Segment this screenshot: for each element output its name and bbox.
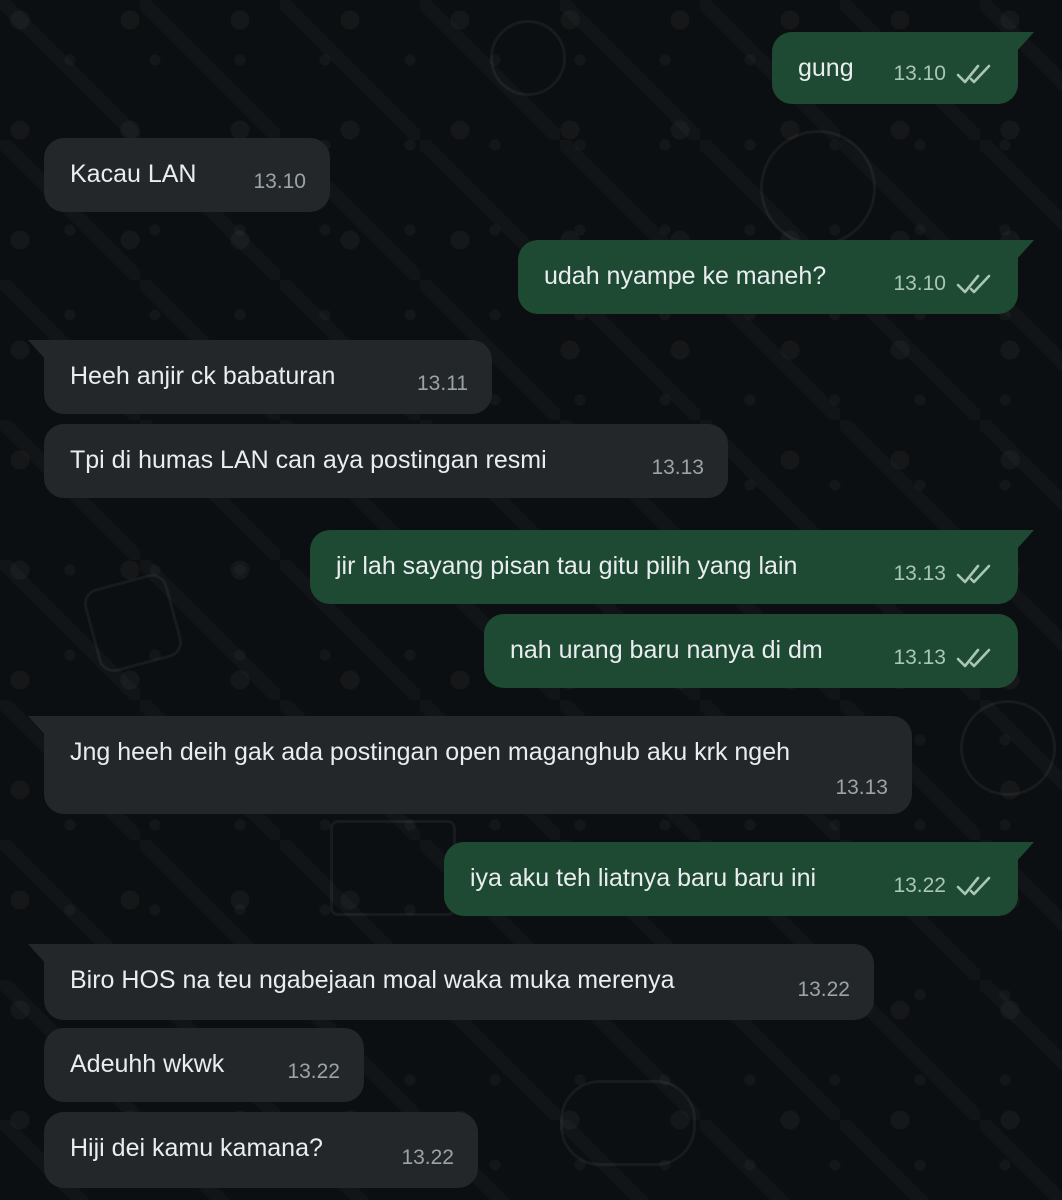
message-time: 13.22	[797, 978, 850, 1001]
outgoing-message[interactable]: udah nyampe ke maneh? 13.10	[518, 240, 1034, 314]
message-time: 13.13	[893, 562, 946, 585]
bubble-tail	[1016, 530, 1034, 550]
incoming-message[interactable]: Hiji dei kamu kamana? 13.22	[44, 1112, 478, 1188]
outgoing-message[interactable]: jir lah sayang pisan tau gitu pilih yang…	[310, 530, 1034, 604]
message-meta: 13.13	[893, 642, 994, 674]
bubble-tail	[28, 944, 46, 964]
read-double-check-icon	[956, 273, 994, 295]
message-meta: 13.22	[287, 1056, 340, 1088]
read-double-check-icon	[956, 875, 994, 897]
message-time: 13.10	[893, 62, 946, 85]
message-meta: 13.10	[893, 268, 994, 300]
message-time: 13.22	[401, 1146, 454, 1169]
message-meta: 13.11	[417, 368, 468, 400]
message-meta: 13.13	[893, 558, 994, 590]
bubble-tail	[1016, 32, 1034, 52]
incoming-message[interactable]: Jng heeh deih gak ada postingan open mag…	[28, 716, 912, 814]
message-text: gung	[798, 54, 854, 82]
read-double-check-icon	[956, 63, 994, 85]
read-double-check-icon	[956, 647, 994, 669]
message-text: nah urang baru nanya di dm	[510, 636, 823, 664]
outgoing-message[interactable]: gung 13.10	[772, 32, 1034, 104]
incoming-message[interactable]: Adeuhh wkwk 13.22	[44, 1028, 364, 1102]
message-meta: 13.10	[253, 166, 306, 198]
message-meta: 13.22	[401, 1142, 454, 1174]
message-meta: 13.13	[651, 452, 704, 484]
message-text: udah nyampe ke maneh?	[544, 262, 827, 290]
incoming-message[interactable]: Heeh anjir ck babaturan 13.11	[28, 340, 492, 414]
incoming-message[interactable]: Tpi di humas LAN can aya postingan resmi…	[44, 424, 728, 498]
message-time: 13.22	[893, 874, 946, 897]
message-text: jir lah sayang pisan tau gitu pilih yang…	[336, 552, 798, 580]
message-text: Hiji dei kamu kamana?	[70, 1134, 323, 1162]
outgoing-message[interactable]: iya aku teh liatnya baru baru ini 13.22	[444, 842, 1034, 916]
message-text: Kacau LAN	[70, 160, 197, 188]
outgoing-message[interactable]: nah urang baru nanya di dm 13.13	[484, 614, 1018, 688]
bubble-tail	[28, 340, 46, 360]
message-meta: 13.22	[797, 974, 850, 1006]
bubble-tail	[1016, 842, 1034, 862]
read-double-check-icon	[956, 563, 994, 585]
message-meta: 13.22	[893, 870, 994, 902]
message-meta: 13.13	[835, 772, 888, 804]
message-time: 13.13	[651, 456, 704, 479]
message-meta: 13.10	[893, 58, 994, 90]
message-text: iya aku teh liatnya baru baru ini	[470, 864, 817, 892]
message-time: 13.13	[835, 776, 888, 799]
message-list[interactable]: gung 13.10 Kacau LAN 13.10 udah nyampe k…	[0, 0, 1062, 1200]
incoming-message[interactable]: Kacau LAN 13.10	[44, 138, 330, 212]
message-text: Jng heeh deih gak ada postingan open mag…	[70, 738, 791, 766]
bubble-tail	[1016, 240, 1034, 260]
message-text: Adeuhh wkwk	[70, 1050, 225, 1078]
message-text: Biro HOS na teu ngabejaan moal waka muka…	[70, 966, 675, 994]
bubble-tail	[28, 716, 46, 736]
message-time: 13.10	[893, 272, 946, 295]
message-text: Tpi di humas LAN can aya postingan resmi	[70, 446, 547, 474]
message-time: 13.10	[253, 170, 306, 193]
incoming-message[interactable]: Biro HOS na teu ngabejaan moal waka muka…	[28, 944, 874, 1020]
message-time: 13.22	[287, 1060, 340, 1083]
message-time: 13.13	[893, 646, 946, 669]
message-text: Heeh anjir ck babaturan	[70, 362, 336, 390]
message-time: 13.11	[417, 372, 468, 395]
